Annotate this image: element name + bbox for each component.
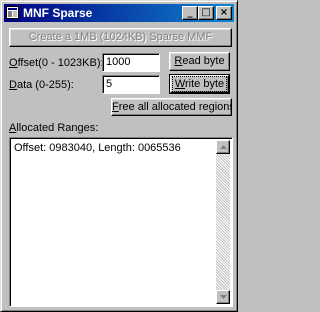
title-bar[interactable]: MNF Sparse _ □ ×: [4, 4, 234, 22]
close-button[interactable]: ×: [216, 6, 232, 20]
maximize-button[interactable]: □: [198, 6, 214, 20]
scroll-up-button[interactable]: [216, 140, 230, 154]
write-byte-button[interactable]: Write byte: [169, 74, 230, 94]
data-label: Data (0-255):: [9, 79, 74, 91]
arrow-up-icon: [220, 145, 227, 149]
app-window: MNF Sparse _ □ × Create a 1MB (1024KB) S…: [0, 0, 238, 312]
arrow-down-icon: [220, 295, 227, 299]
allocated-ranges-list[interactable]: Offset: 0983040, Length: 0065536: [9, 137, 233, 307]
close-icon: ×: [219, 7, 229, 18]
window-title: MNF Sparse: [23, 6, 93, 20]
focus-ring: Write byte: [171, 76, 228, 92]
scroll-down-button[interactable]: [216, 290, 230, 304]
vertical-scrollbar[interactable]: [216, 140, 230, 304]
offset-label: Offset(0 - 1023KB):: [9, 57, 104, 69]
maximize-icon: □: [201, 7, 211, 18]
minimize-icon: _: [187, 7, 193, 18]
free-regions-button[interactable]: Free all allocated regions: [111, 98, 232, 116]
data-input[interactable]: 5: [102, 75, 160, 94]
allocated-ranges-label: Allocated Ranges:: [9, 122, 99, 134]
list-item[interactable]: Offset: 0983040, Length: 0065536: [14, 142, 181, 154]
minimize-button[interactable]: _: [182, 6, 198, 20]
offset-input[interactable]: 1000: [102, 53, 160, 72]
app-icon: [6, 6, 19, 19]
create-sparse-mmf-label: Create a 1MB (1024KB) Sparse MMF: [28, 31, 213, 43]
create-sparse-mmf-button[interactable]: Create a 1MB (1024KB) Sparse MMF: [9, 28, 232, 47]
read-byte-button[interactable]: Read byte: [169, 52, 230, 71]
